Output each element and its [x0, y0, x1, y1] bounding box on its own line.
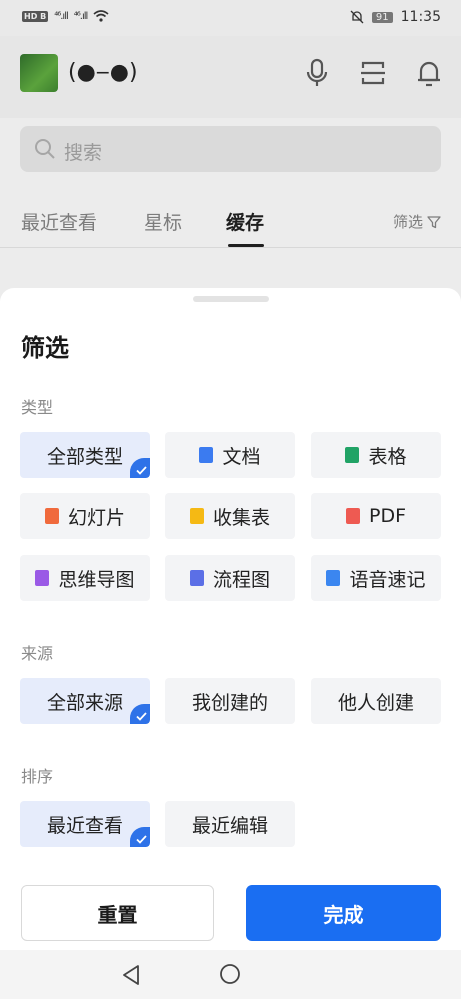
signal-1-icon: ⁴⁶.ıll	[54, 10, 68, 22]
mindmap-icon	[35, 570, 50, 586]
hd-badge: HD B	[22, 10, 49, 22]
flowchart-icon	[189, 570, 204, 586]
option-label: 全部类型	[46, 445, 123, 468]
filter-icon	[427, 215, 441, 228]
status-bar: HD B ⁴⁶.ıll ⁴⁶.ıll 91 11:35	[0, 0, 461, 36]
type-option-voice[interactable]: 语音速记	[311, 555, 441, 601]
option-label: 文档	[222, 445, 261, 468]
tab-bar: 最近查看 星标 缓存 筛选	[0, 196, 461, 248]
avatar[interactable]	[20, 54, 58, 92]
tab-starred[interactable]: 星标	[144, 208, 182, 235]
sort-option-recent-viewed[interactable]: 最近查看	[20, 801, 150, 847]
doc-icon	[199, 447, 214, 463]
pdf-icon	[345, 508, 360, 524]
search-icon	[35, 139, 55, 159]
type-option-pdf[interactable]: PDF	[311, 493, 441, 539]
type-option-mindmap[interactable]: 思维导图	[20, 555, 150, 601]
tab-recent[interactable]: 最近查看	[21, 208, 97, 235]
selected-check-icon	[130, 827, 150, 847]
microphone-icon[interactable]	[304, 58, 330, 88]
tab-underline	[228, 244, 264, 247]
source-option-mine[interactable]: 我创建的	[165, 678, 295, 724]
option-label: 我创建的	[191, 691, 268, 714]
status-left: HD B ⁴⁶.ıll ⁴⁶.ıll	[22, 10, 109, 22]
sheet-drag-handle[interactable]	[193, 296, 269, 302]
clock: 11:35	[400, 9, 441, 25]
bell-icon[interactable]	[416, 58, 442, 88]
option-label: 流程图	[212, 568, 270, 591]
option-label: PDF	[368, 505, 407, 527]
option-label: 思维导图	[58, 568, 135, 591]
sort-option-recent-edited[interactable]: 最近编辑	[165, 801, 295, 847]
voice-note-icon	[326, 570, 341, 586]
mute-bell-icon	[350, 10, 364, 24]
filter-label: 筛选	[392, 213, 423, 231]
home-icon[interactable]	[219, 963, 241, 985]
slides-icon	[44, 508, 59, 524]
filter-button[interactable]: 筛选	[393, 211, 441, 232]
option-label: 语音速记	[349, 568, 426, 591]
sort-section-label: 排序	[21, 767, 54, 786]
type-option-all[interactable]: 全部类型	[20, 432, 150, 478]
scan-icon[interactable]	[360, 58, 386, 88]
selected-check-icon	[130, 704, 150, 724]
source-option-others[interactable]: 他人创建	[311, 678, 441, 724]
search-placeholder: 搜索	[64, 142, 103, 164]
option-label: 幻灯片	[67, 506, 125, 529]
filter-sheet: 筛选 类型 全部类型 文档 表格 幻灯片 收集表 PDF 思维导图 流程图 语音…	[0, 288, 461, 950]
type-option-slides[interactable]: 幻灯片	[20, 493, 150, 539]
status-right: 91 11:35	[350, 9, 441, 25]
reset-button[interactable]: 重置	[21, 885, 214, 941]
option-label: 最近编辑	[191, 814, 268, 837]
option-label: 收集表	[212, 506, 270, 529]
sheet-icon	[345, 447, 360, 463]
back-icon[interactable]	[121, 964, 141, 986]
source-option-all[interactable]: 全部来源	[20, 678, 150, 724]
type-option-form[interactable]: 收集表	[165, 493, 295, 539]
done-button[interactable]: 完成	[246, 885, 441, 941]
option-label: 他人创建	[337, 691, 414, 714]
battery-indicator: 91	[371, 11, 393, 23]
sheet-title: 筛选	[21, 334, 69, 362]
wifi-icon	[93, 10, 109, 22]
option-label: 表格	[368, 445, 407, 468]
app-header: (●‒●)	[0, 36, 461, 118]
option-label: 最近查看	[46, 814, 123, 837]
username[interactable]: (●‒●)	[68, 60, 138, 85]
search-input[interactable]: 搜索	[20, 126, 441, 172]
source-section-label: 来源	[21, 644, 54, 663]
type-option-sheet[interactable]: 表格	[311, 432, 441, 478]
selected-check-icon	[130, 458, 150, 478]
type-section-label: 类型	[21, 398, 54, 417]
system-nav-bar	[0, 950, 461, 999]
signal-2-icon: ⁴⁶.ıll	[73, 10, 88, 22]
type-option-doc[interactable]: 文档	[165, 432, 295, 478]
option-label: 全部来源	[46, 691, 123, 714]
type-option-flowchart[interactable]: 流程图	[165, 555, 295, 601]
form-icon	[189, 508, 204, 524]
tab-cache[interactable]: 缓存	[226, 208, 264, 235]
